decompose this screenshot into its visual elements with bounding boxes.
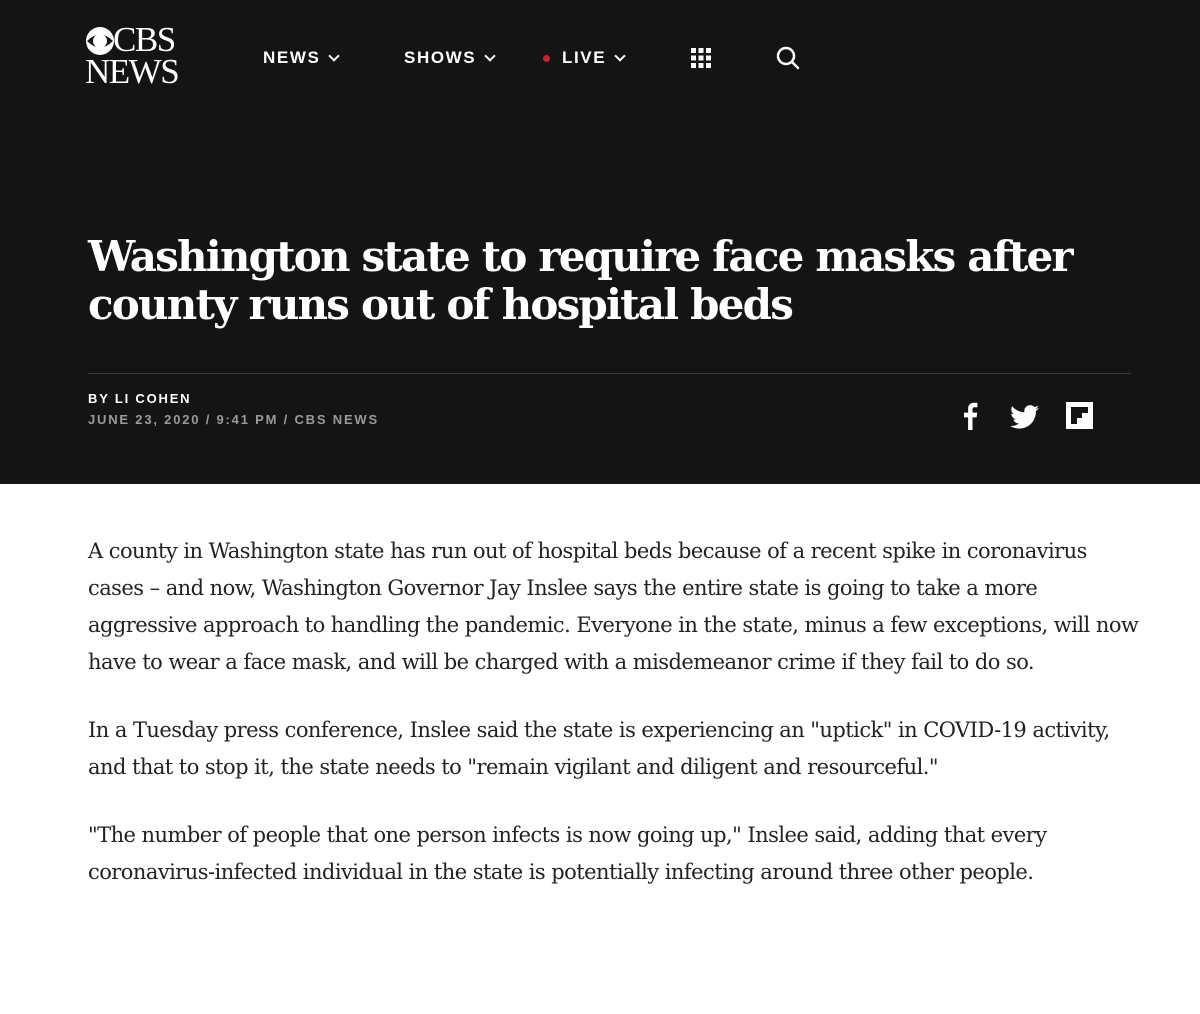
chevron-down-icon xyxy=(484,49,496,62)
nav-shows[interactable]: SHOWS xyxy=(404,44,496,72)
search-icon[interactable] xyxy=(775,45,801,71)
article-body: A county in Washington state has run out… xyxy=(88,533,1148,922)
article-paragraph: "The number of people that one person in… xyxy=(88,823,1047,884)
cbs-news-logo[interactable]: CBS NEWS xyxy=(85,22,185,92)
facebook-icon[interactable] xyxy=(962,402,978,430)
live-dot-icon xyxy=(543,54,550,62)
grid-icon[interactable] xyxy=(690,47,712,69)
logo-text-news: NEWS xyxy=(85,52,180,91)
article-paragraph: A county in Washington state has run out… xyxy=(88,539,1139,674)
chevron-down-icon xyxy=(614,49,626,62)
nav-live-label: LIVE xyxy=(562,48,607,67)
article-paragraph: In a Tuesday press conference, Inslee sa… xyxy=(88,718,1110,779)
author-byline[interactable]: BY LI COHEN xyxy=(88,391,191,406)
article-header: CBS NEWS NEWS SHOWS LIVE Washington stat… xyxy=(0,0,1200,484)
article-headline: Washington state to require face masks a… xyxy=(88,232,1074,329)
flipboard-icon[interactable] xyxy=(1066,402,1093,429)
nav-news[interactable]: NEWS xyxy=(263,44,341,72)
nav-live[interactable]: LIVE xyxy=(543,44,626,72)
twitter-icon[interactable] xyxy=(1010,405,1039,429)
header-divider xyxy=(88,373,1131,374)
chevron-down-icon xyxy=(328,49,341,62)
article-meta: JUNE 23, 2020 / 9:41 PM / CBS NEWS xyxy=(88,412,379,427)
nav-news-label: NEWS xyxy=(263,48,321,67)
nav-shows-label: SHOWS xyxy=(404,48,477,67)
